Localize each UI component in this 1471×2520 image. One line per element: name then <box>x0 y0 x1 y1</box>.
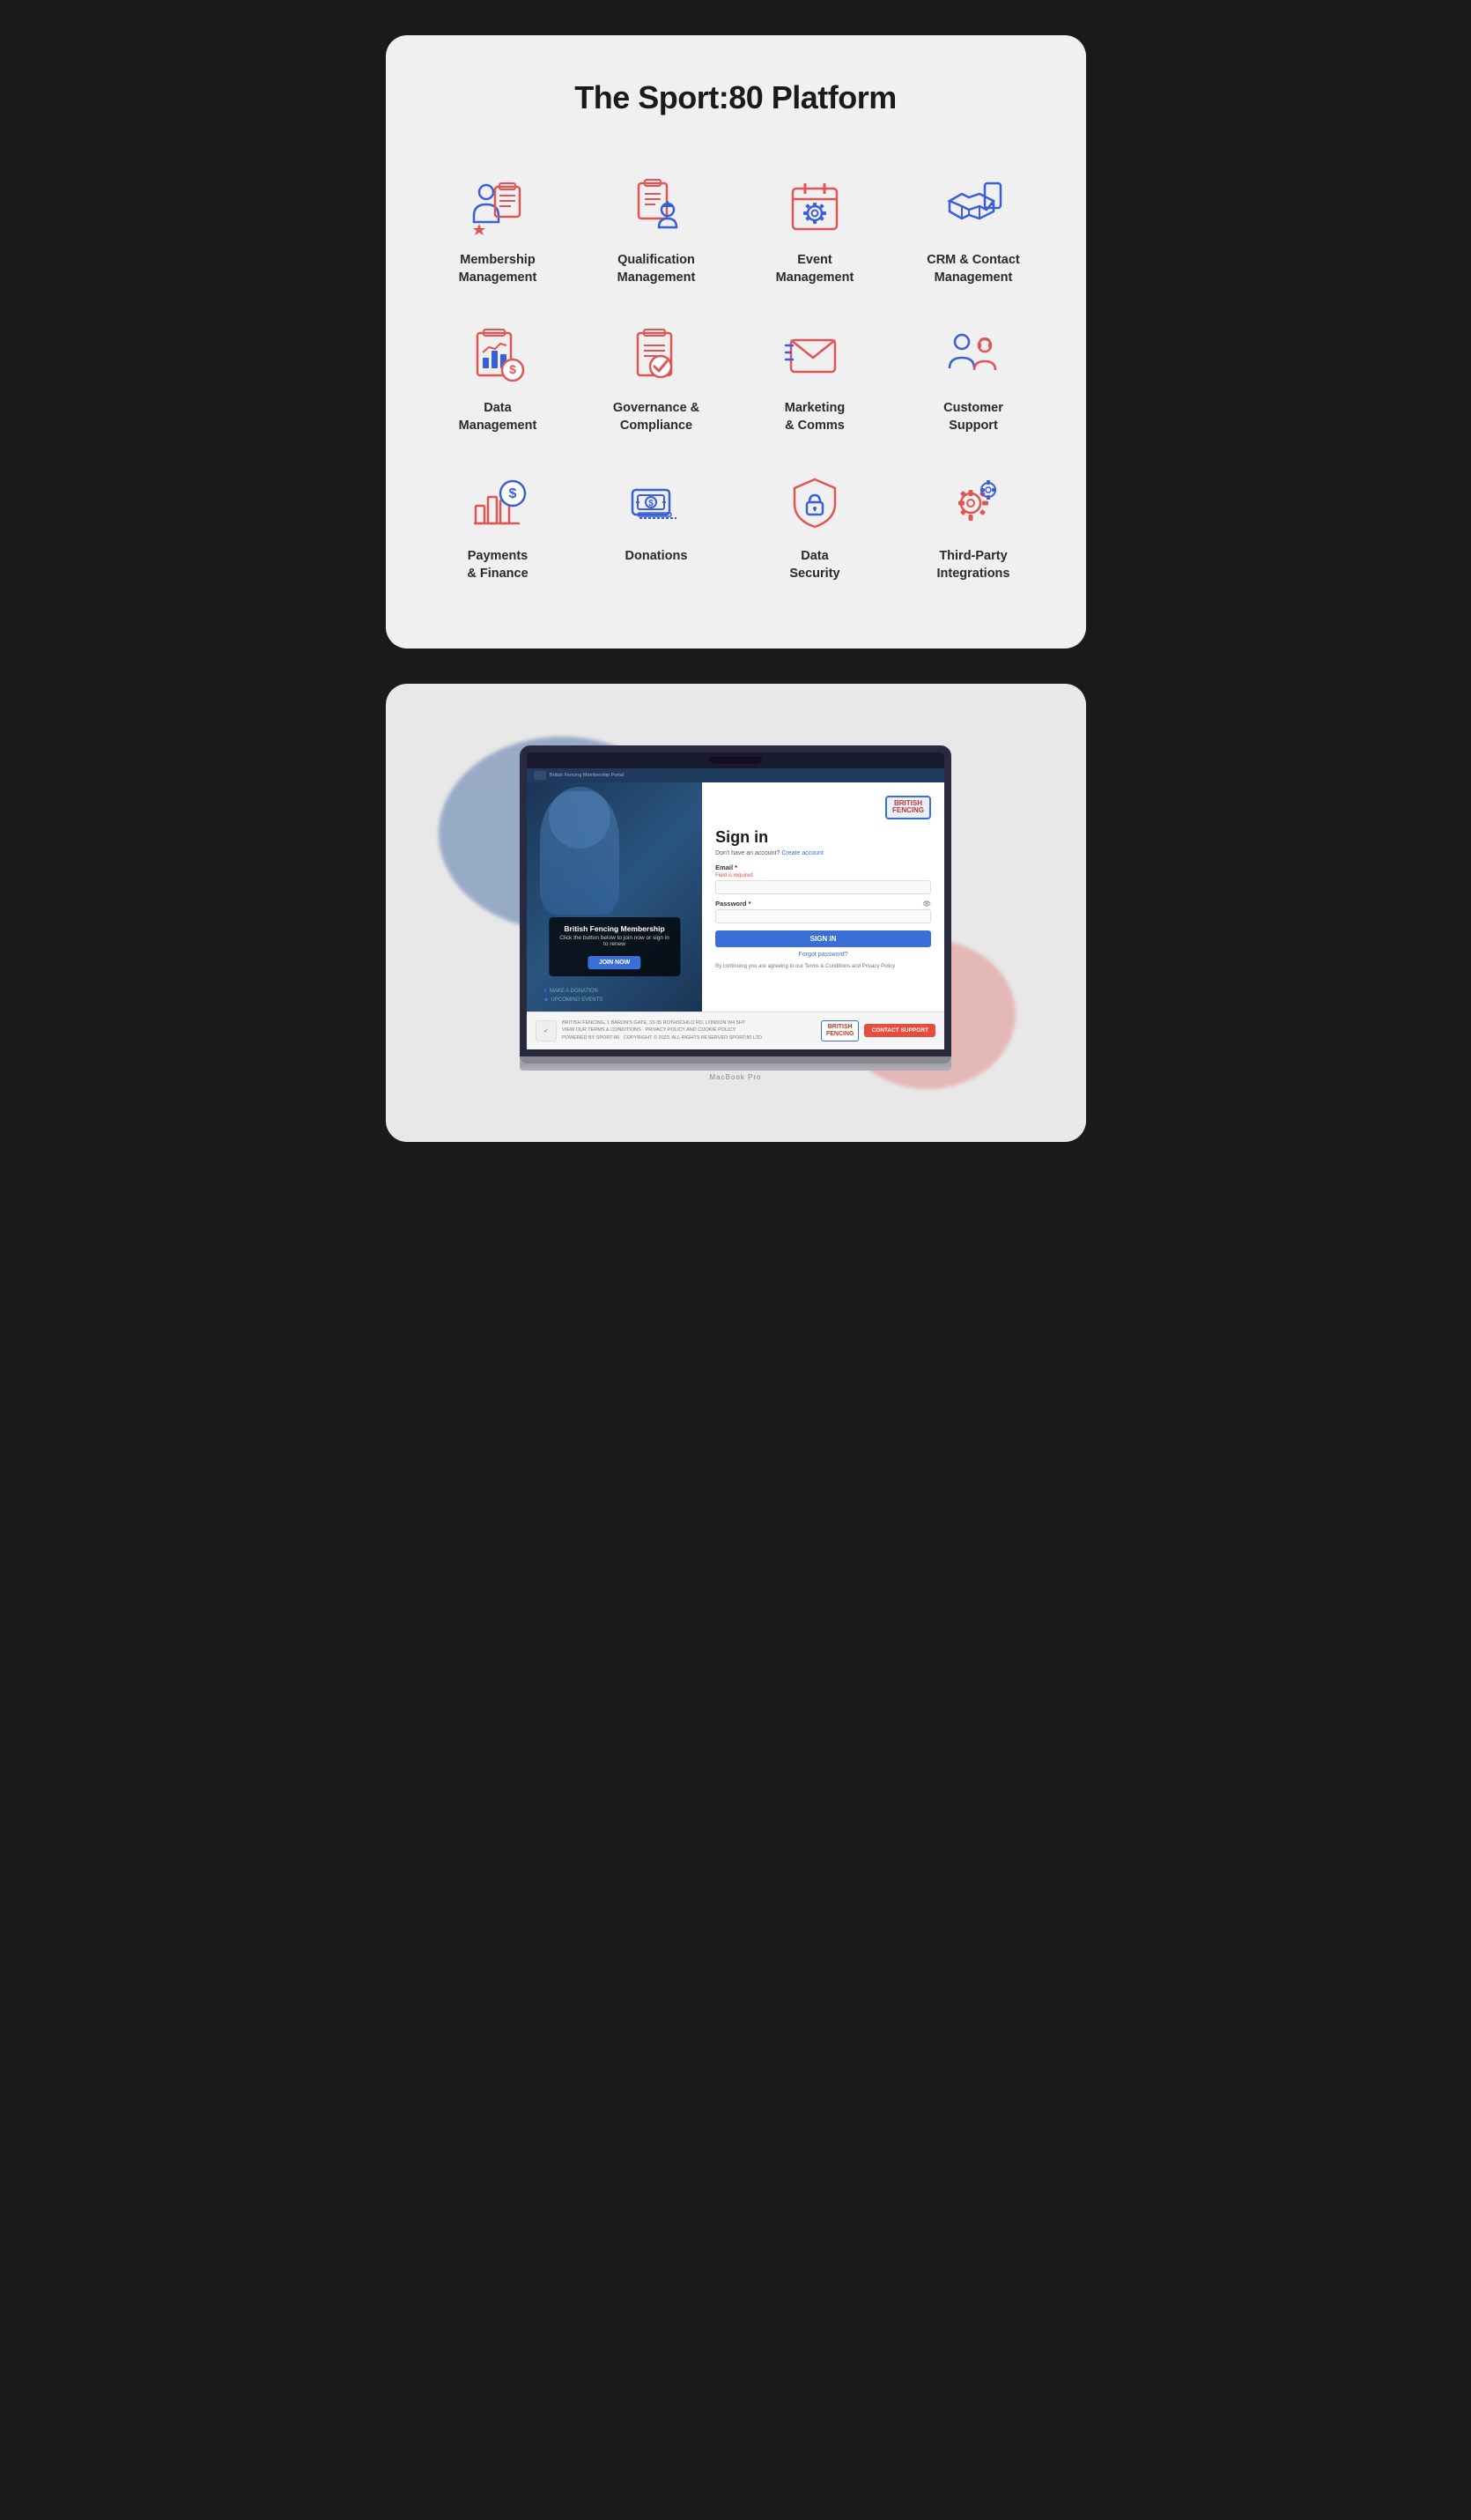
crm-icon <box>941 174 1007 240</box>
membership-label: Membership Management <box>459 252 537 286</box>
platform-item-crm[interactable]: CRM & Contact Management <box>897 160 1051 300</box>
integrations-label: Third-Party Integrations <box>937 548 1010 582</box>
laptop-model-label: MacBook Pro <box>520 1073 951 1081</box>
create-account-link[interactable]: Create account <box>781 850 823 856</box>
signin-title: Sign in <box>715 828 931 847</box>
bf-signin-panel: BRITISH FENCING Sign in Don't have an ac… <box>702 782 944 1012</box>
membership-subtitle: Click the button below to join now or si… <box>558 935 671 947</box>
bf-fencer-background: British Fencing Membership Click the but… <box>527 782 702 1012</box>
support-label: Customer Support <box>943 400 1003 434</box>
payments-icon: $ <box>465 470 531 536</box>
platform-item-support[interactable]: Customer Support <box>897 308 1051 448</box>
signin-button[interactable]: SIGN IN <box>715 930 931 947</box>
platform-item-data[interactable]: $ Data Management <box>421 308 575 448</box>
join-now-button[interactable]: JOIN NOW <box>588 956 640 969</box>
platform-item-payments[interactable]: $ Payments & Finance <box>421 456 575 596</box>
payments-label: Payments & Finance <box>467 548 528 582</box>
donations-icon: $ <box>624 470 690 536</box>
laptop-base <box>520 1056 951 1071</box>
marketing-label: Marketing & Comms <box>785 400 846 434</box>
crm-label: CRM & Contact Management <box>927 252 1020 286</box>
donations-label: Donations <box>625 548 688 566</box>
laptop-mockup: British Fencing Membership Portal Britis… <box>520 745 951 1081</box>
platform-item-event[interactable]: Event Management <box>738 160 892 300</box>
bf-left-panel: British Fencing Membership Click the but… <box>527 782 702 1012</box>
platform-item-governance[interactable]: Governance & Compliance <box>580 308 734 448</box>
platform-item-integrations[interactable]: Third-Party Integrations <box>897 456 1051 596</box>
security-icon <box>782 470 848 536</box>
email-input[interactable] <box>715 880 931 894</box>
platform-item-qualification[interactable]: Qualification Management <box>580 160 734 300</box>
create-account-text: Don't have an account? Create account <box>715 850 931 856</box>
event-label: Event Management <box>776 252 854 286</box>
platform-item-membership[interactable]: Membership Management <box>421 160 575 300</box>
security-label: Data Security <box>789 548 839 582</box>
marketing-icon <box>782 322 848 388</box>
laptop-notch <box>709 757 762 764</box>
footer-bf-logo: BRITISH FENCING <box>821 1020 860 1041</box>
data-mgmt-icon: $ <box>465 322 531 388</box>
bf-logo-area: BRITISH FENCING <box>715 796 931 820</box>
qualification-icon <box>624 174 690 240</box>
platform-item-security[interactable]: Data Security <box>738 456 892 596</box>
membership-icon <box>465 174 531 240</box>
email-error: Field is required <box>715 873 931 878</box>
integrations-icon <box>941 470 1007 536</box>
laptop-notch-bar <box>527 752 944 768</box>
password-label-row: Password * 👁 <box>715 900 931 908</box>
recaptcha-badge: ✓ <box>536 1020 557 1041</box>
platform-grid: Membership Management Qua <box>421 160 1051 596</box>
event-icon <box>782 174 848 240</box>
svg-text:$: $ <box>509 362 516 376</box>
donation-link[interactable]: MAKE A DONATION <box>550 989 598 994</box>
governance-label: Governance & Compliance <box>613 400 699 434</box>
platform-title: The Sport:80 Platform <box>421 79 1051 116</box>
forgot-password-link[interactable]: Forgot password? <box>715 952 931 958</box>
contact-support-button[interactable]: CONTACT SUPPORT <box>864 1024 935 1037</box>
footer-address: BRITISH FENCING, 1 BARON'S GATE, 33-35 R… <box>562 1019 764 1042</box>
screen-content: British Fencing Membership Portal Britis… <box>527 768 944 1049</box>
governance-icon <box>624 322 690 388</box>
platform-item-donations[interactable]: $ Donations <box>580 456 734 596</box>
bf-logo: BRITISH FENCING <box>885 796 931 820</box>
password-input[interactable] <box>715 909 931 923</box>
membership-title: British Fencing Membership <box>558 924 671 933</box>
support-icon <box>941 322 1007 388</box>
platform-section: The Sport:80 Platform Memb <box>386 35 1086 649</box>
data-label: Data Management <box>459 400 537 434</box>
events-link[interactable]: UPCOMING EVENTS <box>551 997 603 1003</box>
svg-text:$: $ <box>509 486 517 501</box>
platform-item-marketing[interactable]: Marketing & Comms <box>738 308 892 448</box>
qualification-label: Qualification Management <box>617 252 696 286</box>
terms-text: By continuing you are agreeing to our Te… <box>715 963 931 971</box>
laptop-foot <box>520 1056 951 1064</box>
laptop-section: British Fencing Membership Portal Britis… <box>386 684 1086 1142</box>
email-label: Email * <box>715 863 931 871</box>
bf-footer: ✓ BRITISH FENCING, 1 BARON'S GATE, 33-35… <box>527 1012 944 1049</box>
laptop-screen: British Fencing Membership Portal Britis… <box>520 745 951 1056</box>
